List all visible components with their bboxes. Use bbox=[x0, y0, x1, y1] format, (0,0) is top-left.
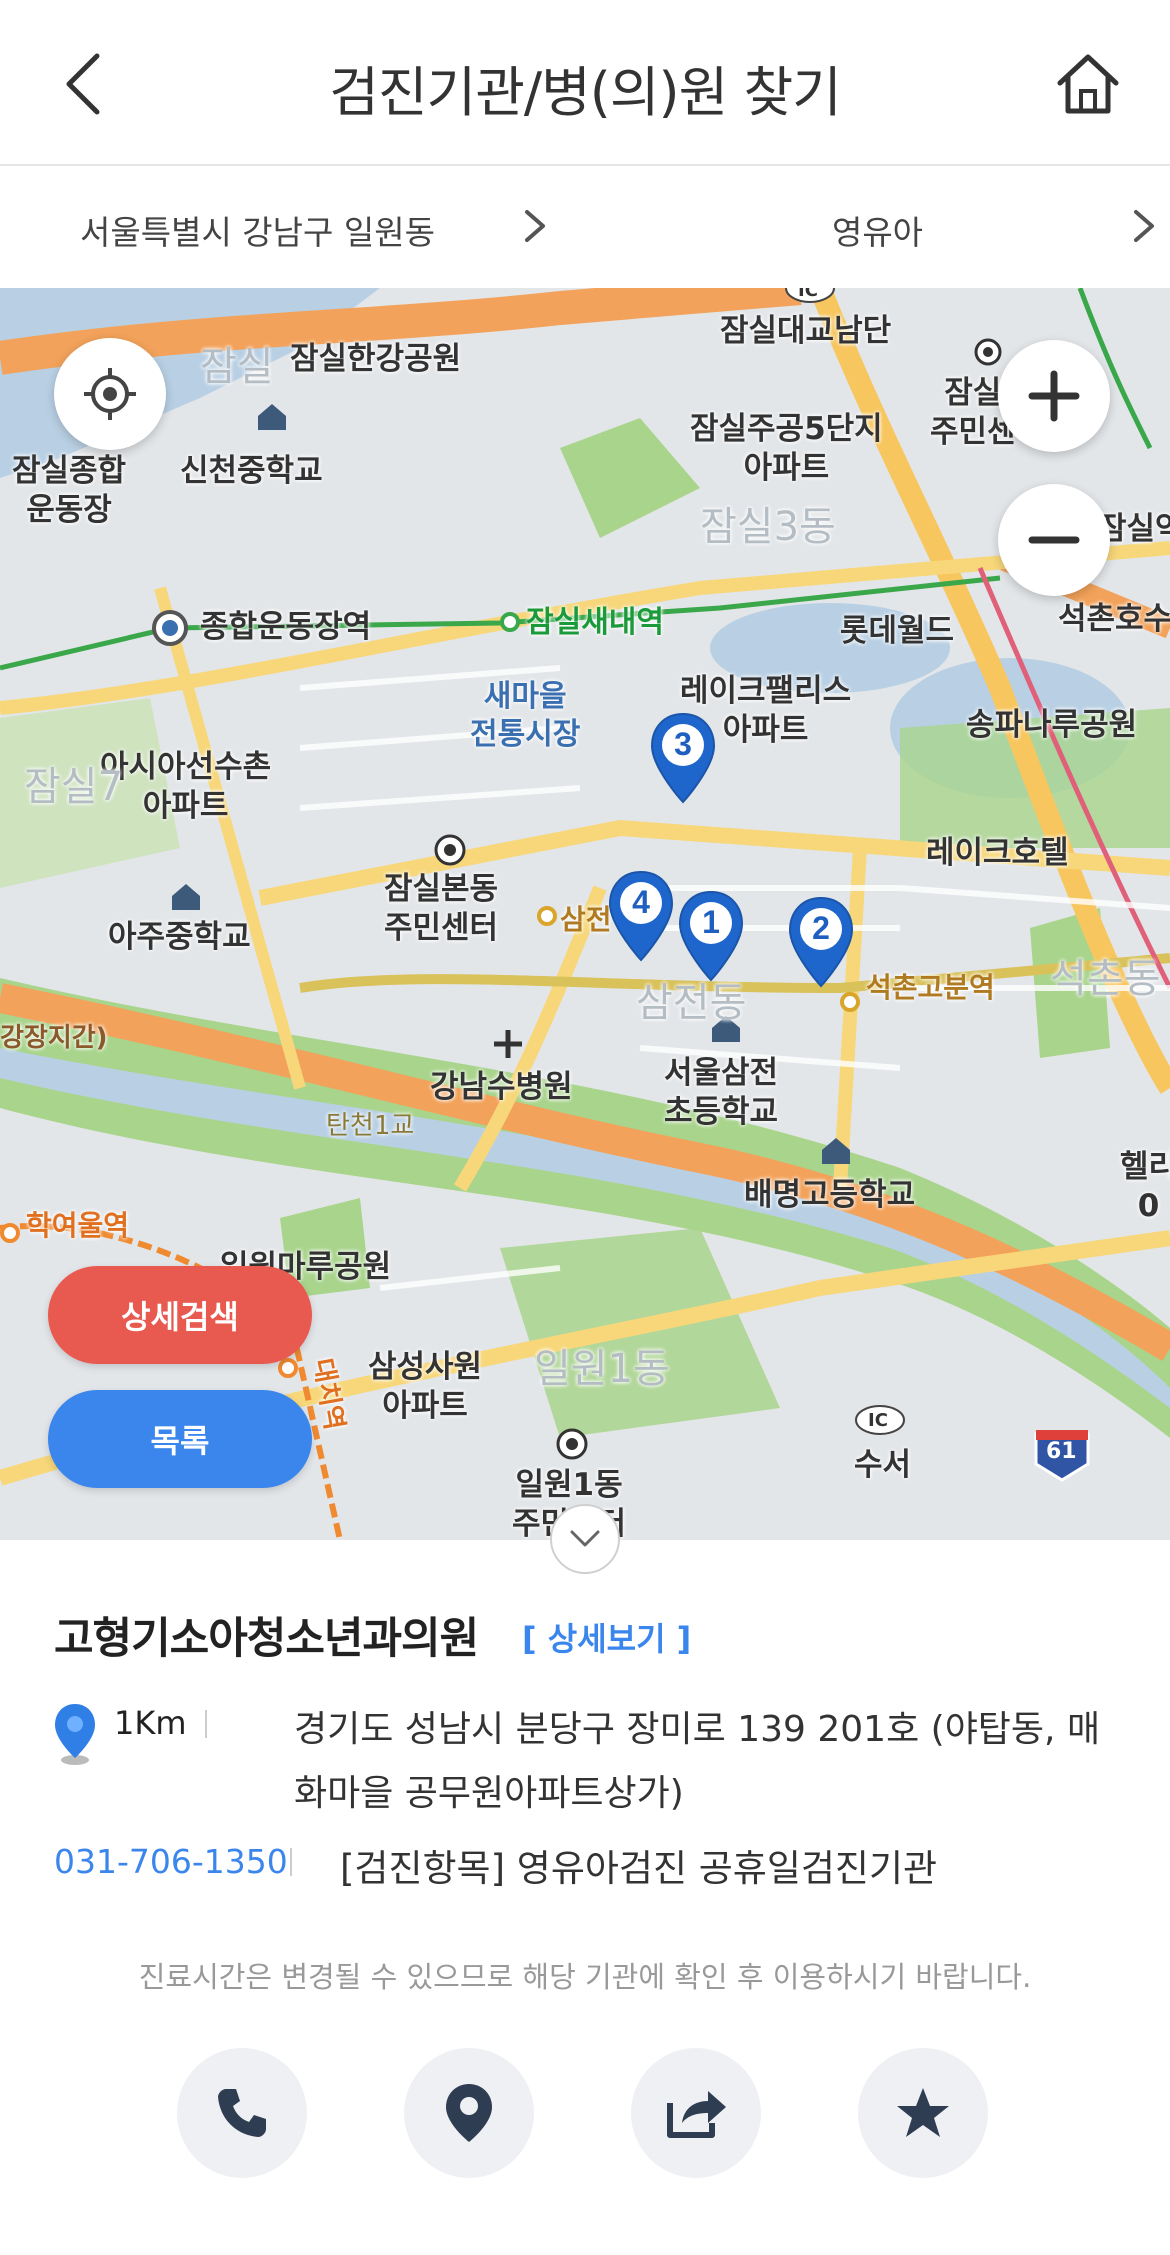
exam-items: [검진항목] 영유아검진 공휴일검진기관 bbox=[340, 1847, 938, 1890]
share-icon bbox=[667, 2091, 726, 2138]
region-label: 서울특별시 강남구 일원동 bbox=[80, 213, 435, 252]
location-pin-icon bbox=[52, 1702, 98, 1770]
chevron-down-icon bbox=[570, 1530, 600, 1547]
crosshair-icon bbox=[84, 368, 136, 420]
map-label: 삼성사원 아파트 bbox=[368, 1349, 483, 1424]
clinic-address: 경기도 성남시 분당구 장미로 139 201호 (야탑동, 매화마을 공무원아… bbox=[294, 1709, 1101, 1814]
app-header: 검진기관/병(의)원 찾기 bbox=[0, 0, 1170, 166]
divider bbox=[290, 1848, 292, 1876]
current-location-button[interactable] bbox=[54, 338, 166, 450]
detail-search-button[interactable]: 상세검색 bbox=[48, 1266, 312, 1364]
map-label: 학여울역 bbox=[26, 1209, 130, 1242]
distance-value: 1Km bbox=[114, 1704, 187, 1742]
map-label: 강장지간) bbox=[0, 1023, 108, 1053]
map-label: 잠실대교남단 bbox=[720, 313, 892, 349]
map-label: 롯데월드 bbox=[840, 613, 955, 649]
map-label: 아주중학교 bbox=[108, 919, 251, 955]
map-label: 신천중학교 bbox=[180, 453, 323, 489]
home-icon bbox=[1057, 54, 1119, 114]
zoom-in-button[interactable] bbox=[998, 340, 1110, 452]
map-label: 레이크호텔 bbox=[926, 835, 1069, 871]
list-button[interactable]: 목록 bbox=[48, 1390, 312, 1488]
ic-label: IC bbox=[798, 288, 818, 301]
district-label: 일원1동 bbox=[534, 1346, 670, 1392]
page-title: 검진기관/병(의)원 찾기 bbox=[329, 61, 842, 124]
map-label: 잠실종합 운동장 bbox=[12, 453, 127, 528]
map-label: 헬리 0 bbox=[1120, 1149, 1170, 1224]
ic-label: IC bbox=[868, 1410, 888, 1431]
map-label: 새마을 전통시장 bbox=[470, 679, 581, 752]
map-label: 종합운동장역 bbox=[200, 609, 372, 645]
pin-number: 2 bbox=[812, 910, 830, 946]
minus-icon bbox=[1028, 536, 1080, 544]
district-label: 잠실7 bbox=[24, 764, 124, 810]
map-label: 잠실한강공원 bbox=[290, 341, 462, 377]
collapse-map-button[interactable] bbox=[550, 1504, 620, 1574]
map-label: 석촌호수 bbox=[1058, 601, 1170, 637]
clinic-phone-link[interactable]: 031-706-1350 bbox=[54, 1842, 288, 1881]
chevron-right-icon bbox=[1134, 210, 1154, 242]
district-label: 잠실3동 bbox=[700, 504, 836, 550]
pin-number: 4 bbox=[632, 884, 650, 920]
map-label: 강남수병원 bbox=[430, 1069, 573, 1105]
map-pin[interactable]: 1 bbox=[676, 890, 746, 986]
pin-number: 3 bbox=[674, 726, 692, 762]
map-pin[interactable]: 2 bbox=[786, 896, 856, 992]
map-label: 잠실주공5단지 아파트 bbox=[690, 411, 883, 486]
chevron-right-icon bbox=[525, 210, 545, 242]
home-button[interactable] bbox=[1048, 44, 1128, 124]
show-on-map-button[interactable] bbox=[404, 2048, 534, 2178]
share-button[interactable] bbox=[631, 2048, 761, 2178]
exam-type-selector[interactable]: 영유아 bbox=[585, 166, 1170, 288]
view-detail-link[interactable]: [ 상세보기 ] bbox=[522, 1614, 691, 1660]
pin-number: 1 bbox=[702, 904, 720, 940]
map-label: 석촌고분역 bbox=[866, 971, 995, 1004]
map-label: 배명고등학교 bbox=[744, 1177, 916, 1213]
region-selector[interactable]: 서울특별시 강남구 일원동 bbox=[0, 166, 585, 288]
map-label: 잠실본동 주민센터 bbox=[384, 871, 499, 946]
map-pin[interactable]: 3 bbox=[648, 712, 718, 808]
map-label: 수서 bbox=[854, 1447, 912, 1483]
map-label: 잠실새내역 bbox=[526, 605, 664, 640]
hours-notice: 진료시간은 변경될 수 있으므로 해당 기관에 확인 후 이용하시기 바랍니다. bbox=[138, 1960, 1032, 1994]
map-label: 송파나루공원 bbox=[966, 707, 1138, 743]
call-button[interactable] bbox=[177, 2048, 307, 2178]
back-button[interactable] bbox=[48, 44, 118, 124]
location-pin-icon bbox=[446, 2084, 492, 2142]
map-label: 탄천1교 bbox=[326, 1111, 415, 1141]
star-icon bbox=[897, 2088, 949, 2137]
divider bbox=[205, 1710, 207, 1738]
zoom-out-button[interactable] bbox=[998, 484, 1110, 596]
plus-icon bbox=[1028, 370, 1080, 422]
district-label: 잠실 bbox=[200, 344, 274, 390]
route-number: 61 bbox=[1046, 1439, 1077, 1464]
clinic-name: 고형기소아청소년과의원 bbox=[54, 1614, 479, 1664]
chevron-left-icon bbox=[66, 53, 100, 115]
exam-type-label: 영유아 bbox=[831, 213, 924, 252]
map-label: 서울삼전 초등학교 bbox=[664, 1055, 779, 1130]
map-label: 아시아선수촌 아파트 bbox=[100, 749, 272, 824]
favorite-button[interactable] bbox=[858, 2048, 988, 2178]
district-label: 석촌동 bbox=[1050, 956, 1161, 1002]
filter-bar: 서울특별시 강남구 일원동 영유아 bbox=[0, 166, 1170, 288]
phone-icon bbox=[218, 2089, 266, 2137]
map-pin[interactable]: 4 bbox=[606, 870, 676, 966]
